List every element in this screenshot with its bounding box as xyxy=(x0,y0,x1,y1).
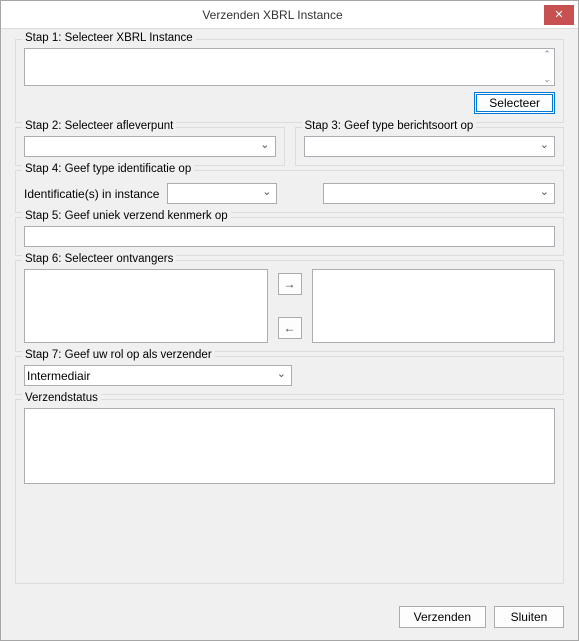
identification-type-b-select[interactable] xyxy=(323,183,555,204)
add-receiver-button[interactable]: → xyxy=(278,273,302,295)
arrow-left-icon: ← xyxy=(284,321,296,335)
window-title: Verzenden XBRL Instance xyxy=(1,8,544,22)
step2-group: Stap 2: Selecteer afleverpunt xyxy=(15,127,285,166)
send-reference-input[interactable] xyxy=(24,226,555,247)
step4-group: Stap 4: Geef type identificatie op Ident… xyxy=(15,170,564,213)
step6-title: Stap 6: Selecteer ontvangers xyxy=(22,253,176,265)
step3-group: Stap 3: Geef type berichtsoort op xyxy=(295,127,565,166)
status-title: Verzendstatus xyxy=(22,392,101,404)
xbrl-instance-textarea[interactable] xyxy=(24,48,555,86)
dialog-body: Stap 1: Selecteer XBRL Instance ⌃⌄ Selec… xyxy=(1,29,578,598)
step2-title: Stap 2: Selecteer afleverpunt xyxy=(22,120,176,132)
close-icon[interactable]: ✕ xyxy=(544,5,574,25)
selected-receivers-listbox[interactable] xyxy=(312,269,556,343)
identification-label: Identificatie(s) in instance xyxy=(24,187,159,201)
transfer-buttons: → ← xyxy=(276,269,304,343)
message-type-select[interactable] xyxy=(304,136,556,157)
step1-title: Stap 1: Selecteer XBRL Instance xyxy=(22,32,196,44)
step4-title: Stap 4: Geef type identificatie op xyxy=(22,163,194,175)
titlebar: Verzenden XBRL Instance ✕ xyxy=(1,1,578,29)
status-textarea[interactable] xyxy=(24,408,555,484)
send-button[interactable]: Verzenden xyxy=(399,606,486,628)
step7-title: Stap 7: Geef uw rol op als verzender xyxy=(22,349,215,361)
step7-group: Stap 7: Geef uw rol op als verzender xyxy=(15,356,564,395)
select-instance-button[interactable]: Selecteer xyxy=(474,92,555,114)
close-button[interactable]: Sluiten xyxy=(494,606,564,628)
delivery-point-select[interactable] xyxy=(24,136,276,157)
step3-title: Stap 3: Geef type berichtsoort op xyxy=(302,120,477,132)
step5-title: Stap 5: Geef uniek verzend kenmerk op xyxy=(22,210,231,222)
identification-type-a-select[interactable] xyxy=(167,183,277,204)
dialog-footer: Verzenden Sluiten xyxy=(1,598,578,640)
step1-group: Stap 1: Selecteer XBRL Instance ⌃⌄ Selec… xyxy=(15,39,564,123)
dialog-window: Verzenden XBRL Instance ✕ Stap 1: Select… xyxy=(0,0,579,641)
remove-receiver-button[interactable]: ← xyxy=(278,317,302,339)
step6-group: Stap 6: Selecteer ontvangers → ← xyxy=(15,260,564,352)
status-group: Verzendstatus xyxy=(15,399,564,584)
available-receivers-listbox[interactable] xyxy=(24,269,268,343)
arrow-right-icon: → xyxy=(284,277,296,291)
sender-role-select[interactable] xyxy=(24,365,292,386)
step5-group: Stap 5: Geef uniek verzend kenmerk op xyxy=(15,217,564,256)
